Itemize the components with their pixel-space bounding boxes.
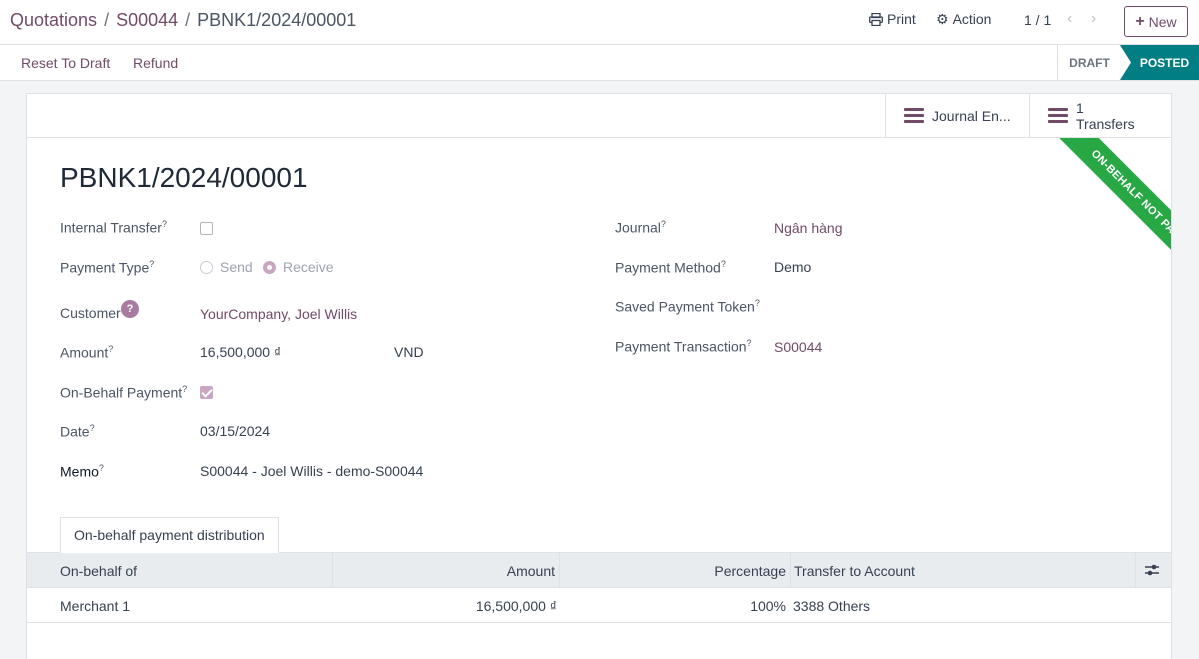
cell-on-behalf-of[interactable]: Merchant 1: [60, 588, 332, 623]
table-header: On-behalf of Amount Percentage Transfer …: [27, 553, 1171, 588]
column-header-transfer-to-account[interactable]: Transfer to Account: [790, 553, 1135, 588]
table-row[interactable]: Merchant 1 16,500,000 ₫ 100% 3388 Others: [27, 588, 1171, 623]
payment-type-receive-radio[interactable]: [263, 261, 276, 274]
journal-field[interactable]: Ngân hàng: [774, 220, 843, 236]
amount-field[interactable]: 16,500,000 ₫: [200, 344, 281, 360]
breadcrumb-quotations[interactable]: Quotations: [10, 10, 97, 31]
page-title: PBNK1/2024/00001: [60, 162, 308, 193]
internal-transfer-checkbox[interactable]: [200, 222, 213, 235]
memo-field[interactable]: S00044 - Joel Willis - demo-S00044: [200, 463, 423, 479]
payment-type-label: Payment Type?: [60, 259, 155, 276]
journal-entry-label: Journal En...: [932, 107, 1011, 124]
breadcrumb: Quotations / S00044 / PBNK1/2024/00001: [10, 10, 356, 31]
amount-label: Amount?: [60, 344, 114, 361]
payment-transaction-label: Payment Transaction?: [615, 338, 752, 355]
internal-transfer-label: Internal Transfer?: [60, 219, 167, 236]
new-label: New: [1148, 13, 1177, 30]
column-header-on-behalf-of[interactable]: On-behalf of: [27, 553, 332, 588]
control-panel: Quotations / S00044 / PBNK1/2024/00001 P…: [0, 0, 1199, 45]
customer-field[interactable]: YourCompany, Joel Willis: [200, 306, 357, 322]
on-behalf-payment-label: On-Behalf Payment?: [60, 384, 188, 401]
journal-label: Journal?: [615, 219, 666, 236]
memo-label: Memo?: [60, 463, 104, 480]
breadcrumb-current: PBNK1/2024/00001: [197, 10, 357, 30]
transfers-button[interactable]: 1 Transfers: [1029, 94, 1171, 137]
saved-payment-token-label: Saved Payment Token?: [615, 298, 760, 315]
payment-type-receive-label: Receive: [283, 259, 334, 275]
on-behalf-payment-checkbox[interactable]: [200, 386, 213, 399]
payment-type-send-label: Send: [220, 259, 253, 275]
status-ribbon: ON-BEHALF NOT PAID: [1027, 138, 1171, 283]
date-label: Date?: [60, 423, 95, 440]
customer-label: Customer: [60, 305, 121, 321]
plus-icon: +: [1135, 12, 1145, 30]
list-icon: [1048, 108, 1068, 123]
smart-button-box: Journal En... 1 Transfers: [27, 94, 1171, 138]
payment-type-send-radio[interactable]: [200, 261, 213, 274]
stage-posted[interactable]: POSTED: [1120, 45, 1199, 80]
print-icon: [869, 12, 883, 26]
breadcrumb-separator: /: [185, 10, 191, 30]
cell-transfer-to-account: 3388 Others: [793, 597, 871, 614]
help-icon[interactable]: ?: [121, 300, 139, 318]
status-bar: Reset To Draft Refund DRAFT POSTED: [0, 45, 1199, 81]
form-sheet: Journal En... 1 Transfers ON-BEHALF NOT …: [26, 93, 1172, 659]
cell-percentage: 100%: [750, 597, 786, 614]
action-button[interactable]: ⚙ Action: [936, 11, 991, 27]
payment-method-label: Payment Method?: [615, 259, 726, 276]
gear-icon: ⚙: [936, 11, 949, 27]
action-label: Action: [952, 11, 992, 27]
pager-value[interactable]: 1 / 1: [1024, 12, 1051, 28]
currency-field[interactable]: VND: [394, 344, 424, 360]
stage-draft[interactable]: DRAFT: [1057, 45, 1121, 80]
breadcrumb-separator: /: [104, 10, 110, 30]
chevron-left-icon[interactable]: ‹: [1067, 10, 1072, 28]
reset-to-draft-button[interactable]: Reset To Draft: [21, 55, 110, 71]
date-field[interactable]: 03/15/2024: [200, 423, 270, 439]
transfers-count: 1: [1076, 99, 1084, 116]
tab-on-behalf-distribution[interactable]: On-behalf payment distribution: [60, 517, 279, 553]
payment-method-field[interactable]: Demo: [774, 259, 811, 275]
payment-transaction-field[interactable]: S00044: [774, 339, 822, 355]
sliders-icon: [1145, 564, 1159, 576]
optional-columns-toggle[interactable]: [1135, 553, 1171, 588]
list-icon: [904, 108, 924, 123]
refund-button[interactable]: Refund: [133, 55, 178, 71]
print-button[interactable]: Print: [869, 11, 916, 27]
column-header-amount[interactable]: Amount: [332, 553, 559, 588]
column-header-percentage[interactable]: Percentage: [559, 553, 790, 588]
new-button[interactable]: + New: [1124, 6, 1188, 37]
transfers-label: Transfers: [1076, 115, 1135, 132]
print-label: Print: [887, 11, 916, 27]
ribbon-label: ON-BEHALF NOT PAID: [1056, 138, 1171, 277]
breadcrumb-order[interactable]: S00044: [116, 10, 178, 31]
journal-entry-button[interactable]: Journal En...: [885, 94, 1029, 137]
cell-amount: 16,500,000 ₫: [475, 597, 557, 614]
chevron-right-icon[interactable]: ›: [1091, 10, 1096, 28]
